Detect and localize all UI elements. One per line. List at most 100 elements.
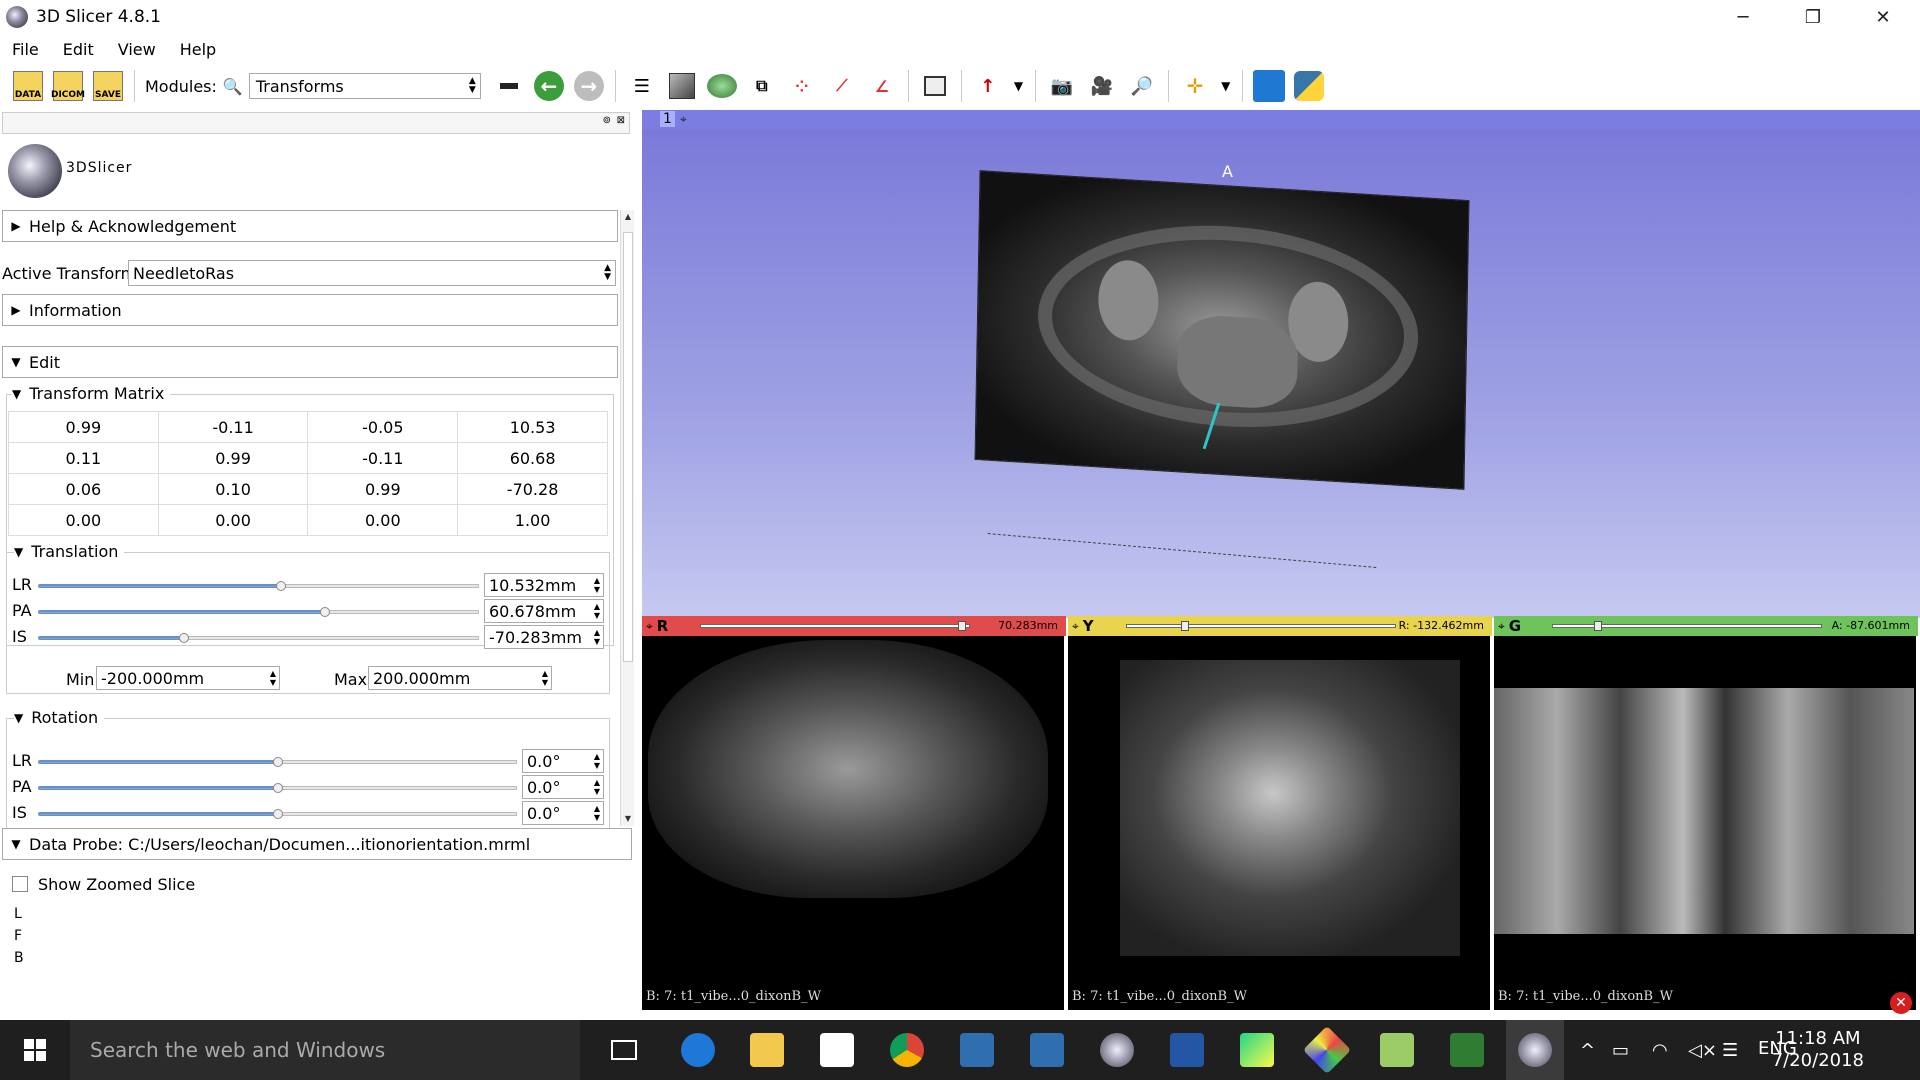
back-button[interactable]: ← [529,68,569,104]
python-console-button[interactable] [1289,68,1329,104]
chevron-up-icon[interactable]: ^ [1580,1040,1595,1061]
extension-manager-button[interactable] [1249,68,1289,104]
start-button[interactable] [0,1020,70,1080]
pin-icon[interactable]: ⌖ [1498,619,1505,634]
rotation-header[interactable]: ▼ Rotation [14,708,105,727]
chevron-down-icon[interactable]: ▼ [1014,79,1023,93]
matrix-cell[interactable]: 60.68 [457,442,608,474]
translation-slider-pa[interactable] [38,607,479,617]
ruler-module-button[interactable]: ⟋ [822,68,862,104]
save-button[interactable]: SAVE [88,68,128,104]
volume-muted-icon[interactable]: ◁× [1688,1040,1717,1061]
matrix-cell[interactable]: 0.99 [157,442,309,474]
slicer-active-button[interactable] [1506,1020,1564,1080]
slider-handle[interactable] [179,633,189,643]
git-button[interactable] [1438,1020,1496,1080]
store-button[interactable] [808,1020,866,1080]
slice-offset-slider[interactable] [1552,621,1822,631]
matrix-cell[interactable]: -70.28 [457,473,608,505]
transform-matrix-header[interactable]: ▼ Transform Matrix [12,384,171,403]
rotation-slider-lr[interactable] [38,757,517,767]
slider-handle[interactable] [1594,621,1602,631]
system-clock[interactable]: 11:18 AM 7/20/2018 [1772,1028,1864,1072]
translation-header[interactable]: ▼ Translation [14,542,125,561]
slice-offset-slider[interactable] [700,621,970,631]
action-center-icon[interactable]: ☰ [1722,1040,1738,1061]
translation-slider-is[interactable] [38,633,479,643]
volumes-module-button[interactable] [662,68,702,104]
pycharm-button[interactable] [1228,1020,1286,1080]
matrix-cell[interactable]: 0.10 [157,473,309,505]
matrix-cell[interactable]: -0.05 [307,411,459,443]
transforms-module-button[interactable]: ⧉ [742,68,782,104]
chevron-down-icon[interactable]: ▼ [1221,79,1230,93]
menu-help[interactable]: Help [168,40,228,59]
matrix-cell[interactable]: 0.00 [8,504,159,536]
slice-controller-yellow[interactable]: ⌖ Y R: -132.462mm [1068,616,1492,636]
scroll-up-icon[interactable]: ▲ [621,210,635,224]
panel-scrollbar[interactable]: ▲ ▼ [620,210,634,826]
slider-handle[interactable] [1181,621,1189,631]
file-explorer-button[interactable] [738,1020,796,1080]
app-window-button[interactable] [948,1020,1006,1080]
matrix-cell[interactable]: 10.53 [457,411,608,443]
translation-spinbox-is[interactable]: -70.283mm ▲ ▼ [484,625,604,649]
slider-handle[interactable] [273,757,283,767]
pin-icon[interactable]: ⌖ [680,112,687,127]
load-data-button[interactable]: DATA [8,68,48,104]
app-window-button-2[interactable] [1018,1020,1076,1080]
crosshair-button[interactable]: ✛ [1175,68,1215,104]
view3d-controller[interactable]: 1 ⌖ [642,110,1920,130]
matrix-cell[interactable]: 0.06 [8,473,159,505]
slider-handle[interactable] [276,581,286,591]
app-button[interactable] [1298,1020,1356,1080]
matrix-cell[interactable]: 0.00 [307,504,459,536]
menu-view[interactable]: View [106,40,168,59]
minimize-button[interactable]: ─ [1708,0,1778,34]
slice-view-yellow[interactable]: B: 7: t1_vibe...0_dixonB_W [1068,636,1490,1010]
float-icon[interactable]: ⊚ [603,115,611,126]
slider-handle[interactable] [958,621,966,631]
slider-handle[interactable] [273,809,283,819]
slicer-taskbar-button[interactable] [1088,1020,1146,1080]
translation-spinbox-lr[interactable]: 10.532mm ▲ ▼ [484,573,604,597]
angle-module-button[interactable]: ∠ [862,68,902,104]
menu-file[interactable]: File [0,40,51,59]
data-module-button[interactable]: ☰ [622,68,662,104]
models-module-button[interactable] [702,68,742,104]
edit-section[interactable]: ▼ Edit [2,346,618,378]
close-panel-icon[interactable]: ⊠ [617,115,625,126]
battery-icon[interactable]: ▭ [1612,1040,1629,1061]
min-spinbox[interactable]: -200.000mm ▲ ▼ [96,666,280,690]
close-button[interactable]: ✕ [1848,0,1918,34]
rotation-slider-is[interactable] [38,809,517,819]
screenshot-button[interactable]: 📷 [1042,68,1082,104]
scroll-thumb[interactable] [623,232,633,662]
slice-controller-red[interactable]: ⌖ R 70.283mm [642,616,1066,636]
maximize-button[interactable]: ❐ [1778,0,1848,34]
powershell-button[interactable] [1158,1020,1216,1080]
active-transform-select[interactable]: NeedletoRas ▲ ▼ [128,260,616,286]
slice-view-red[interactable]: B: 7: t1_vibe...0_dixonB_W [642,636,1064,1010]
slider-handle[interactable] [273,783,283,793]
dicom-button[interactable]: DICOM [48,68,88,104]
information-section[interactable]: ▶ Information [2,294,618,326]
scroll-down-icon[interactable]: ▼ [621,812,635,826]
rotation-slider-pa[interactable] [38,783,517,793]
matrix-cell[interactable]: -0.11 [157,411,309,443]
layout-button[interactable] [915,68,955,104]
matrix-cell[interactable]: 0.99 [8,411,159,443]
slice-offset-slider[interactable] [1126,621,1396,631]
mouse-mode-button[interactable]: ↑ [968,68,1008,104]
help-acknowledgement-section[interactable]: ▶ Help & Acknowledgement [2,210,618,242]
matrix-cell[interactable]: 1.00 [457,504,608,536]
rotation-spinbox-pa[interactable]: 0.0° ▲ ▼ [522,775,604,799]
edge-button[interactable] [669,1020,727,1080]
module-history-button[interactable] [489,68,529,104]
scene-view-restore-button[interactable]: 🔎 [1122,68,1162,104]
markups-module-button[interactable]: ⁘ [782,68,822,104]
notepad-button[interactable] [1368,1020,1426,1080]
data-probe-section[interactable]: ▼ Data Probe: C:/Users/leochan/Documen..… [2,828,632,860]
module-selector[interactable]: Transforms ▲ ▼ [248,73,481,99]
slice-controller-green[interactable]: ⌖ G A: -87.601mm [1494,616,1918,636]
